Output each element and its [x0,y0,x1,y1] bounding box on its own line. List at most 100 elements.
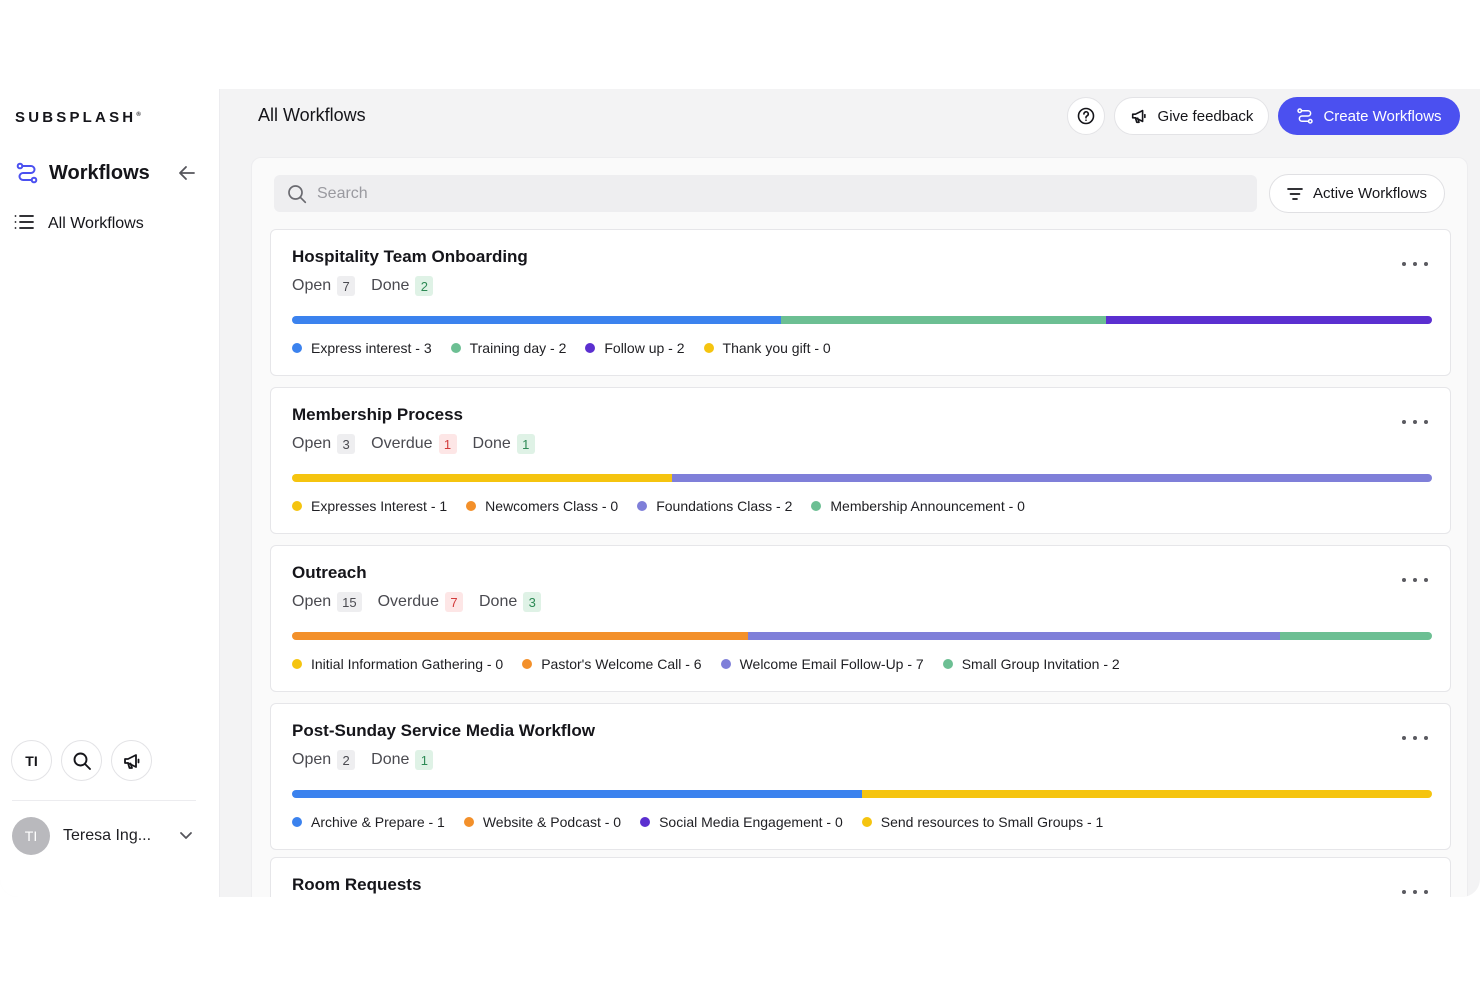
search-bar [274,175,1257,212]
legend-dot [292,501,302,511]
progress-bar [292,316,1432,324]
step-legend: Expresses Interest - 1 Newcomers Class - … [292,496,1044,516]
more-options-icon[interactable] [1402,415,1428,429]
progress-bar [292,632,1432,640]
legend-item: Social Media Engagement - 0 [640,814,843,830]
legend-item: Initial Information Gathering - 0 [292,656,503,672]
workflow-name: Membership Process [292,405,464,424]
count-badge: 1 [516,434,535,454]
stat-label: Open [292,435,332,452]
more-dot [1413,736,1417,740]
workflow-name: Post-Sunday Service Media Workflow [292,721,595,740]
legend-item: Pastor's Welcome Call - 6 [522,656,702,672]
legend-label: Social Media Engagement - 0 [659,814,843,830]
legend-label: Training day - 2 [469,340,567,356]
collapse-sidebar-button[interactable] [176,162,198,184]
more-dot [1402,890,1406,894]
count-badge: 3 [337,434,356,454]
more-dot [1413,262,1417,266]
stat-open: Open 3 [292,434,356,454]
more-options-icon[interactable] [1402,257,1428,271]
workflow-stats: Open 2 Done 1 [292,750,449,770]
legend-label: Welcome Email Follow-Up - 7 [739,656,924,672]
legend-label: Express interest - 3 [311,340,432,356]
legend-dot [703,343,714,353]
progress-segment [862,790,1432,798]
more-dot [1413,420,1417,424]
brand-name: SUBSPLASH [15,109,137,126]
legend-dot [637,501,648,511]
legend-label: Small Group Invitation - 2 [961,656,1120,672]
workflow-name: Room Requests [292,875,422,894]
more-options-icon[interactable] [1402,885,1428,897]
sidebar-title: Workflows [49,161,150,184]
sidebar-item-label: All Workflows [48,215,144,232]
legend-dot [720,659,731,669]
legend-item: Express interest - 3 [292,340,432,356]
more-options-icon[interactable] [1402,731,1428,745]
profile-initials-button[interactable]: TI [11,740,52,781]
help-button[interactable] [1067,97,1105,135]
app-window: SUBSPLASH® Workflows All Workflows TI TI… [0,89,1480,897]
workflow-icon [1297,108,1314,124]
more-dot [1402,420,1406,424]
workflow-card[interactable]: Room Requests [270,857,1451,897]
stat-overdue: Overdue 7 [378,592,463,612]
help-icon [1077,107,1095,125]
legend-item: Follow up - 2 [585,340,685,356]
count-badge: 2 [415,276,434,296]
sidebar-divider [12,800,196,801]
create-workflows-label: Create Workflows [1323,107,1442,125]
legend-dot [292,817,302,827]
step-legend: Express interest - 3 Training day - 2 Foll… [292,338,850,358]
progress-bar [292,474,1432,482]
sidebar-item-all-workflows[interactable]: All Workflows [14,213,144,235]
progress-segment [780,316,1107,324]
legend-item: Small Group Invitation - 2 [942,656,1120,672]
legend-item: Thank you gift - 0 [703,340,831,356]
stat-open: Open 15 [292,592,362,612]
legend-item: Training day - 2 [450,340,567,356]
sidebar-tools: TI [11,740,152,781]
legend-item: Website & Podcast - 0 [463,814,621,830]
stat-label: Done [371,277,410,294]
count-badge: 1 [438,434,457,454]
announcements-button[interactable] [111,740,152,781]
legend-label: Membership Announcement - 0 [830,498,1025,514]
workflows-panel: Active Workflows Hospitality Team Onboar… [251,157,1468,897]
more-dot [1402,578,1406,582]
workflow-card[interactable]: Post-Sunday Service Media Workflow Open 2 D… [270,703,1451,850]
legend-label: Initial Information Gathering - 0 [311,656,504,672]
legend-label: Archive & Prepare - 1 [311,814,445,830]
stat-label: Open [292,751,332,768]
workflow-icon [14,160,40,186]
workflow-card[interactable]: Hospitality Team Onboarding Open 7 Done 2 Exp… [270,229,1451,376]
avatar: TI [12,817,50,855]
user-menu[interactable]: TI Teresa Ing... [12,816,202,856]
workflow-stats: Open 3 Overdue 1 Done 1 [292,434,551,454]
megaphone-icon [1131,109,1146,124]
stat-done: Done 3 [479,592,542,612]
legend-label: Newcomers Class - 0 [485,498,619,514]
workflow-card[interactable]: Membership Process Open 3 Overdue 1 Done 1 Expr… [270,387,1451,534]
stat-done: Done 1 [371,750,434,770]
legend-label: Send resources to Small Groups - 1 [880,814,1104,830]
progress-segment [292,474,672,482]
more-dot [1424,736,1428,740]
give-feedback-button[interactable]: Give feedback [1114,97,1269,135]
active-workflows-filter-button[interactable]: Active Workflows [1269,174,1445,213]
create-workflows-button[interactable]: Create Workflows [1278,97,1460,135]
more-options-icon[interactable] [1402,573,1428,587]
stat-open: Open 7 [292,276,356,296]
legend-dot [292,659,302,669]
progress-segment [292,316,781,324]
legend-item: Membership Announcement - 0 [811,498,1025,514]
more-dot [1424,578,1428,582]
legend-item: Expresses Interest - 1 [292,498,447,514]
more-dot [1413,890,1417,894]
legend-dot [522,659,533,669]
workflow-name: Hospitality Team Onboarding [292,247,528,266]
search-input[interactable] [317,184,1217,203]
workflow-card[interactable]: Outreach Open 15 Overdue 7 Done 3 Initial Infor… [270,545,1451,692]
search-button[interactable] [61,740,102,781]
